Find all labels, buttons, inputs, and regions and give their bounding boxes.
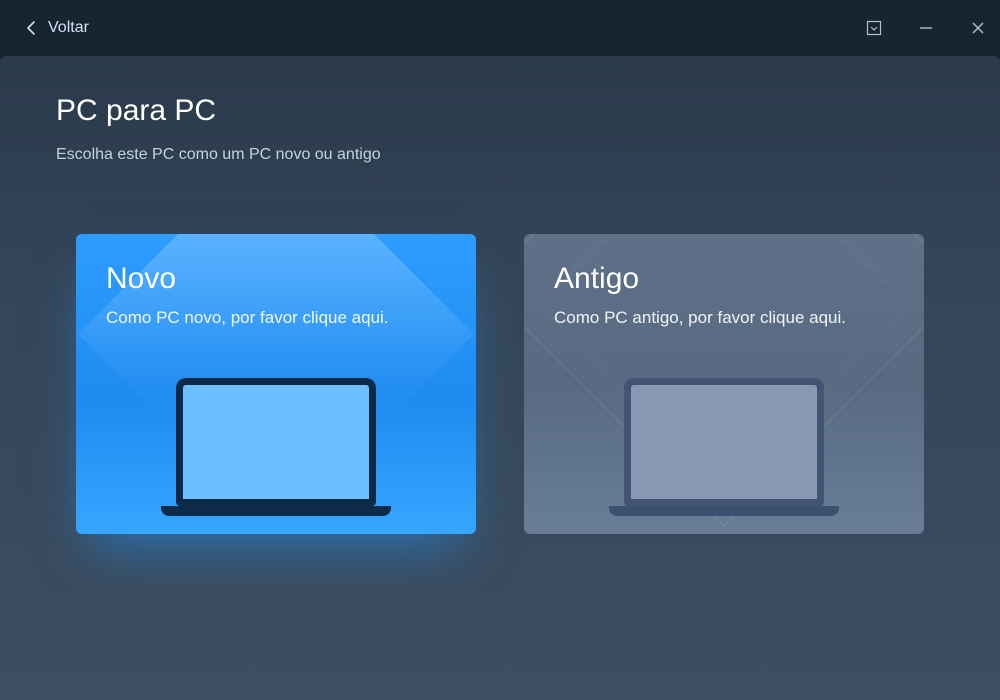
laptop-icon xyxy=(609,378,839,516)
card-old-title: Antigo xyxy=(554,262,894,296)
card-new-desc: Como PC novo, por favor clique aqui. xyxy=(106,308,446,328)
card-new-pc[interactable]: Novo Como PC novo, por favor clique aqui… xyxy=(76,234,476,534)
titlebar: Voltar xyxy=(0,0,1000,56)
card-row: Novo Como PC novo, por favor clique aqui… xyxy=(56,234,944,534)
card-new-title: Novo xyxy=(106,262,446,296)
back-arrow-icon xyxy=(24,20,40,36)
window-controls xyxy=(862,16,990,40)
dropdown-button[interactable] xyxy=(862,16,886,40)
page-subtitle: Escolha este PC como um PC novo ou antig… xyxy=(56,146,944,164)
laptop-icon xyxy=(161,378,391,516)
close-button[interactable] xyxy=(966,16,990,40)
card-old-desc: Como PC antigo, por favor clique aqui. xyxy=(554,308,894,328)
card-old-pc[interactable]: Antigo Como PC antigo, por favor clique … xyxy=(524,234,924,534)
back-button[interactable]: Voltar xyxy=(24,19,89,37)
main-panel: PC para PC Escolha este PC como um PC no… xyxy=(0,56,1000,700)
page-title: PC para PC xyxy=(56,94,944,128)
back-label: Voltar xyxy=(48,19,89,37)
minimize-button[interactable] xyxy=(914,16,938,40)
